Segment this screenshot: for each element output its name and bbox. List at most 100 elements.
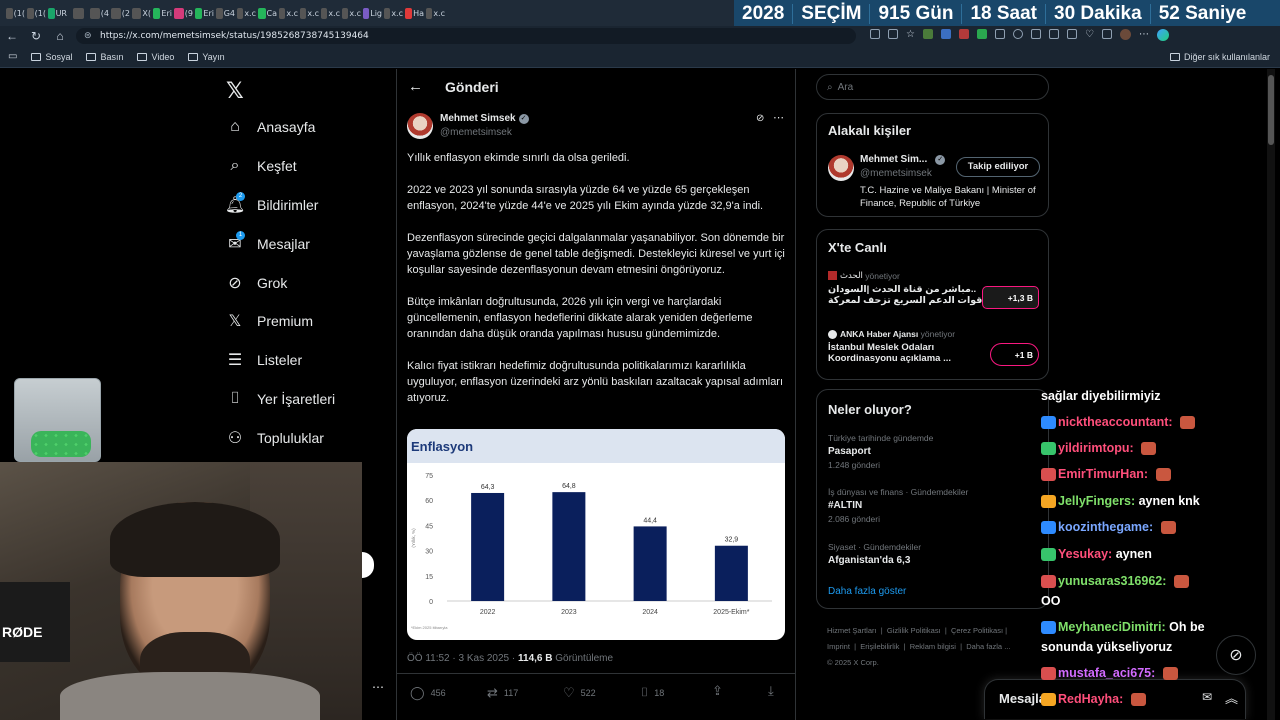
nav-item-bookmark[interactable]: ⌷ Yer İşaretleri (226, 385, 335, 413)
footer-link[interactable]: Imprint (827, 642, 850, 651)
browser-tab[interactable]: x.c (426, 2, 445, 24)
post-image-chart[interactable]: Enflasyon 0 15 30 45 60 75 (Yıllık, %) 64,3 2022… (407, 429, 785, 640)
extension-icon[interactable] (1012, 29, 1023, 39)
reply-button[interactable]: ◯ 456 (410, 685, 446, 701)
extension-icon[interactable] (940, 29, 951, 39)
nav-item-people[interactable]: ⚇ Topluluklar (226, 424, 324, 452)
browser-tab[interactable]: UR (48, 2, 67, 24)
chat-username[interactable]: yildirimtopu: (1058, 441, 1134, 455)
related-avatar[interactable] (828, 155, 854, 181)
nav-item-grok[interactable]: ⊘ Grok (226, 269, 287, 297)
chat-username[interactable]: nicktheaccountant: (1058, 415, 1173, 429)
live-item[interactable]: الحدث yönetiyor مباشر من قناة الحدث |الس… (828, 270, 1043, 318)
search-input[interactable]: ⌕ Ara (816, 74, 1049, 100)
profile-avatar-icon[interactable] (1119, 29, 1131, 40)
reload-icon[interactable]: ↻ (24, 29, 48, 43)
browser-tab[interactable]: Lig (363, 2, 382, 24)
copilot-icon[interactable] (1156, 29, 1169, 41)
footer-link[interactable]: Daha fazla ... (966, 642, 1010, 651)
nav-item-home[interactable]: ⌂ Anasayfa (226, 113, 315, 141)
bookmark-folder[interactable]: Basın (86, 52, 123, 62)
browser-tab[interactable]: (2 (111, 2, 130, 24)
chevron-up-icon[interactable]: ︽ (1225, 688, 1238, 707)
trend-item[interactable]: İş dünyası ve finans · Gündemdekiler #AL… (828, 487, 1038, 524)
heart-icon[interactable]: ♡ (1085, 29, 1094, 41)
like-button[interactable]: ♡ 522 (563, 685, 596, 701)
chat-username[interactable]: RedHayha: (1058, 692, 1123, 706)
menu-dots-icon[interactable]: ⋯ (1139, 29, 1149, 41)
footer-link[interactable]: Gizlilik Politikası (887, 626, 941, 635)
more-options-icon[interactable]: ⋯ (773, 111, 784, 124)
author-avatar[interactable] (407, 113, 433, 139)
trend-item[interactable]: Türkiye tarihinde gündemde Pasaport 1.24… (828, 433, 1038, 470)
collections-icon[interactable] (1066, 29, 1077, 39)
show-more-link[interactable]: Daha fazla göster (828, 586, 906, 597)
browser-tab[interactable]: x.c (237, 2, 256, 24)
footer-link[interactable]: Erişilebilirlik (860, 642, 899, 651)
footer-link[interactable]: Hizmet Şartları (827, 626, 877, 635)
site-info-icon[interactable]: ⊜ (84, 28, 92, 44)
nav-item-bell[interactable]: 🔔︎ 2 Bildirimler (225, 191, 318, 219)
extension-icon[interactable] (976, 29, 987, 39)
browser-tab[interactable]: x.c (321, 2, 340, 24)
nav-item-search[interactable]: ⌕ Keşfet (226, 152, 297, 180)
grok-icon[interactable]: ⊘ (756, 113, 764, 124)
author-name-row[interactable]: Mehmet Simsek ✓ (440, 113, 529, 124)
extension-icon[interactable] (870, 29, 880, 39)
chat-username[interactable]: JellyFingers: (1058, 494, 1135, 508)
browser-tab[interactable]: x.c (342, 2, 361, 24)
repost-button[interactable]: ⇄ 117 (487, 685, 518, 701)
nav-item-x-logo[interactable]: 𝕏 Premium (226, 307, 313, 335)
split-view-icon[interactable] (1030, 29, 1041, 39)
live-item[interactable]: ANKA Haber Ajansı yönetiyor İstanbul Mes… (828, 329, 1043, 373)
back-arrow-icon[interactable]: ← (408, 78, 423, 95)
favorites-icon[interactable] (1048, 29, 1059, 39)
chat-username[interactable]: Yesukay: (1058, 547, 1112, 561)
browser-tab[interactable]: (9 (174, 2, 193, 24)
bookmark-folder[interactable]: Yayın (188, 52, 225, 62)
download-icon[interactable]: ⤓ (768, 683, 774, 699)
star-icon[interactable]: ☆ (906, 29, 915, 41)
trend-item[interactable]: Siyaset · Gündemdekiler Afganistan'da 6,… (828, 542, 1038, 566)
chat-username[interactable]: koozinthegame: (1058, 520, 1153, 534)
back-arrow-icon[interactable]: ← (0, 29, 24, 43)
bookmark-folder[interactable]: Sosyal (31, 52, 72, 62)
following-button[interactable]: Takip ediliyor (956, 157, 1040, 177)
nav-item-mail[interactable]: ✉ 1 Mesajlar (226, 230, 310, 258)
grok-floating-button[interactable]: ⊘ (1216, 635, 1256, 675)
reading-list-icon[interactable]: ▭ (8, 51, 17, 62)
browser-tab[interactable]: (4 (90, 2, 109, 24)
browser-tab[interactable]: x.c (384, 2, 403, 24)
browser-tab[interactable]: Ca (258, 2, 277, 24)
extension-icon[interactable] (922, 29, 933, 39)
more-dots-icon[interactable]: ⋯ (372, 680, 384, 694)
bookmark-folder[interactable]: Video (137, 52, 174, 62)
chat-username[interactable]: MeyhaneciDimitri: (1058, 620, 1166, 634)
extension-icon[interactable] (994, 29, 1005, 39)
extension-icon[interactable] (1101, 29, 1112, 39)
browser-tab[interactable]: Eri (153, 2, 172, 24)
browser-tab[interactable]: G4 (216, 2, 235, 24)
browser-tab[interactable]: Ha (405, 2, 424, 24)
other-favorites-folder[interactable]: Diğer sık kullanılanlar (1169, 52, 1270, 62)
browser-tab[interactable]: x.c (279, 2, 298, 24)
scrollbar-thumb[interactable] (1268, 75, 1274, 145)
extension-icon[interactable] (888, 29, 898, 39)
footer-link[interactable]: Reklam bilgisi (910, 642, 956, 651)
new-message-icon[interactable]: ✉ (1202, 690, 1212, 704)
bookmark-button[interactable]: ⌷ 18 (641, 685, 664, 700)
browser-tab[interactable]: (1( (27, 2, 46, 24)
browser-tab[interactable]: Eri (195, 2, 214, 24)
browser-tab[interactable]: X( (132, 2, 151, 24)
home-browser-icon[interactable]: ⌂ (48, 29, 72, 43)
footer-link[interactable]: Çerez Politikası (951, 626, 1003, 635)
chat-username[interactable]: yunusaras316962: (1058, 574, 1166, 588)
chat-username[interactable]: EmirTimurHan: (1058, 467, 1148, 481)
browser-tab[interactable]: x.c (300, 2, 319, 24)
url-bar[interactable]: ⊜ https://x.com/memetsimsek/status/19852… (76, 28, 856, 44)
nav-item-list[interactable]: ☰ Listeler (226, 346, 302, 374)
post-timestamp[interactable]: ÖÖ 11:52 · 3 Kas 2025 · (407, 653, 515, 664)
share-icon[interactable]: ⇪ (712, 683, 723, 699)
browser-tab[interactable] (69, 2, 88, 24)
extension-icon[interactable] (958, 29, 969, 39)
